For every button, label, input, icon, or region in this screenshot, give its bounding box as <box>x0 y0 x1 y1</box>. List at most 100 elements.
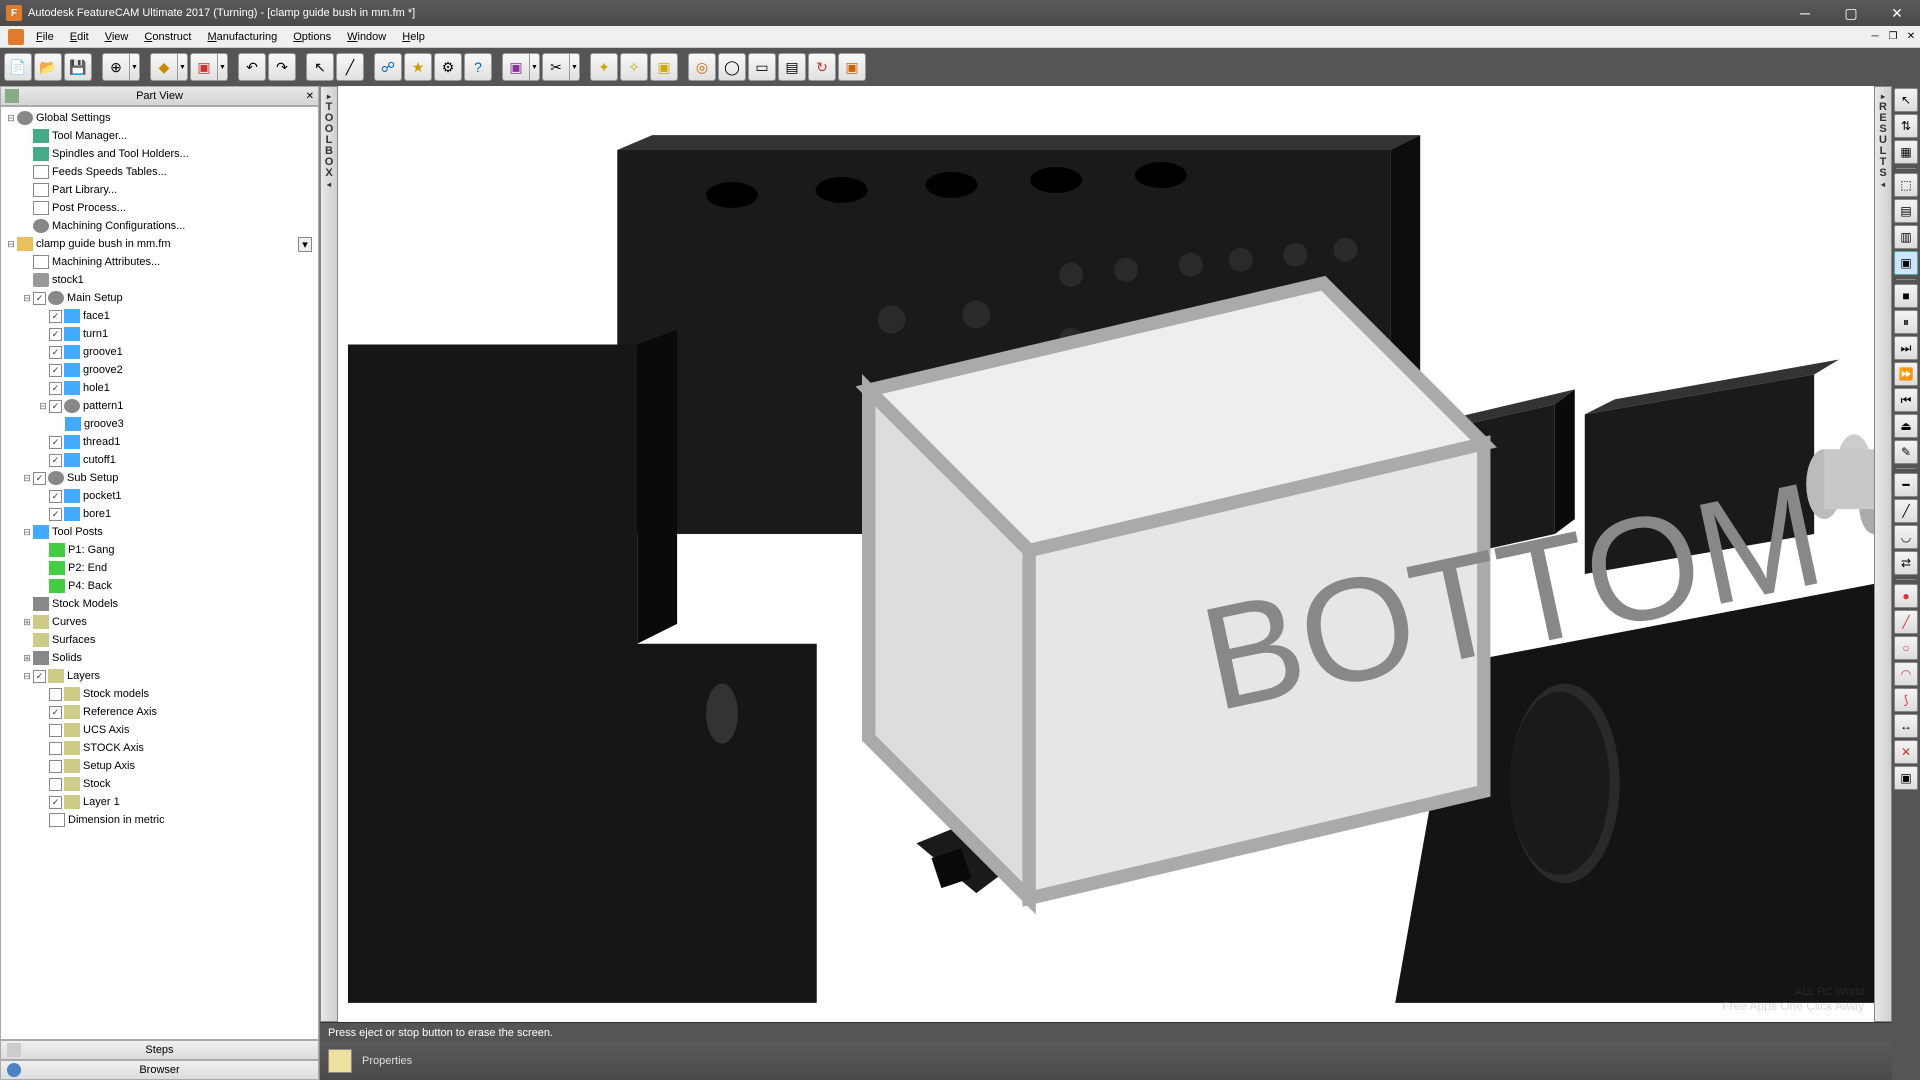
checkbox[interactable] <box>49 796 62 809</box>
toolbox-tab[interactable]: ▸TOOLBOX◂ <box>320 86 338 1022</box>
rt-rarc1[interactable]: ◠ <box>1894 662 1918 686</box>
rt-line1[interactable]: ━ <box>1894 473 1918 497</box>
tree-item[interactable]: Part Library... <box>1 181 318 199</box>
checkbox[interactable] <box>33 292 46 305</box>
spark1-button[interactable]: ✦ <box>590 53 618 81</box>
tree-item[interactable]: Tool Manager... <box>1 127 318 145</box>
tree-item[interactable]: pocket1 <box>1 487 318 505</box>
tree-item[interactable]: Post Process... <box>1 199 318 217</box>
expand-icon[interactable]: ⊟ <box>21 527 33 538</box>
rt-cubet[interactable]: ▣ <box>1894 766 1918 790</box>
open-button[interactable]: 📂 <box>34 53 62 81</box>
sheets-button[interactable]: ▤ <box>778 53 806 81</box>
expand-icon[interactable]: ⊞ <box>21 653 33 664</box>
viewcube[interactable]: BOTTOM <box>338 96 1864 1022</box>
new-button[interactable]: 📄 <box>4 53 32 81</box>
menu-file[interactable]: File <box>28 29 62 45</box>
browser-tab[interactable]: Browser <box>0 1060 319 1080</box>
checkbox[interactable] <box>49 706 62 719</box>
cube2-button[interactable]: ▣ <box>650 53 678 81</box>
checkbox[interactable] <box>49 688 62 701</box>
expand-icon[interactable]: ⊟ <box>5 113 17 124</box>
mdi-restore[interactable]: ❐ <box>1884 29 1902 45</box>
maximize-button[interactable]: ▢ <box>1828 0 1874 26</box>
rt-iso[interactable]: ⬚ <box>1894 173 1918 197</box>
rt-arc[interactable]: ◡ <box>1894 525 1918 549</box>
checkbox[interactable] <box>49 310 62 323</box>
tree-item[interactable]: Feeds Speeds Tables... <box>1 163 318 181</box>
tree-item[interactable]: Layer 1 <box>1 793 318 811</box>
tree-item[interactable]: Machining Attributes... <box>1 253 318 271</box>
expand-icon[interactable]: ⊟ <box>21 293 33 304</box>
tree-dropdown[interactable]: ▾ <box>298 237 312 252</box>
3d-viewport[interactable]: BOTTOM ALL PC WorldFree Apps One Click A… <box>338 86 1874 1022</box>
line-button[interactable]: ╱ <box>336 53 364 81</box>
tree-item[interactable]: turn1 <box>1 325 318 343</box>
cube3-button[interactable]: ▣ <box>838 53 866 81</box>
cube-dropdown[interactable]: ▼ <box>218 53 228 81</box>
mdi-minimize[interactable]: ─ <box>1866 29 1884 45</box>
tree-item[interactable]: STOCK Axis <box>1 739 318 757</box>
help-button[interactable]: ? <box>464 53 492 81</box>
checkbox[interactable] <box>49 382 62 395</box>
paint-dropdown[interactable]: ▼ <box>178 53 188 81</box>
gear-button[interactable]: ⚙ <box>434 53 462 81</box>
expand-icon[interactable]: ⊞ <box>21 617 33 628</box>
refresh-button[interactable]: ↻ <box>808 53 836 81</box>
target-button[interactable]: ◎ <box>688 53 716 81</box>
paint-button[interactable]: ◆ <box>150 53 178 81</box>
part-tree[interactable]: ⊟Global SettingsTool Manager...Spindles … <box>0 106 319 1040</box>
box-button[interactable]: ▣ <box>502 53 530 81</box>
results-tab[interactable]: ▸RESULTS◂ <box>1874 86 1892 1022</box>
rt-rline[interactable]: ╱ <box>1894 610 1918 634</box>
rt-rarc2[interactable]: ⟆ <box>1894 688 1918 712</box>
checkbox[interactable] <box>49 508 62 521</box>
checkbox[interactable] <box>49 400 62 413</box>
spark2-button[interactable]: ✧ <box>620 53 648 81</box>
tree-item[interactable]: Stock Models <box>1 595 318 613</box>
rt-ff[interactable]: ⏩ <box>1894 362 1918 386</box>
steps-tab[interactable]: Steps <box>0 1040 319 1060</box>
tree-item[interactable]: P1: Gang <box>1 541 318 559</box>
eraser-button[interactable]: ▭ <box>748 53 776 81</box>
tree-item[interactable]: Reference Axis <box>1 703 318 721</box>
rt-rx[interactable]: ✕ <box>1894 740 1918 764</box>
tree-item[interactable]: Dimension in metric <box>1 811 318 829</box>
rt-next[interactable]: ⏭ <box>1894 336 1918 360</box>
tree-item[interactable]: groove2 <box>1 361 318 379</box>
mdi-close[interactable]: ✕ <box>1902 29 1920 45</box>
cube-button[interactable]: ▣ <box>190 53 218 81</box>
tree-item[interactable]: ⊞Solids <box>1 649 318 667</box>
general-button[interactable]: ☍ <box>374 53 402 81</box>
app-menu-icon[interactable] <box>8 29 24 45</box>
tree-item[interactable]: ⊟Tool Posts <box>1 523 318 541</box>
tree-item[interactable]: cutoff1 <box>1 451 318 469</box>
cut-dropdown[interactable]: ▼ <box>570 53 580 81</box>
rt-dim[interactable]: ↔ <box>1894 714 1918 738</box>
checkbox[interactable] <box>49 364 62 377</box>
tree-item[interactable]: Stock <box>1 775 318 793</box>
checkbox[interactable] <box>49 760 62 773</box>
tree-item[interactable]: Surfaces <box>1 631 318 649</box>
wizard-button[interactable]: ★ <box>404 53 432 81</box>
tree-item[interactable]: Machining Configurations... <box>1 217 318 235</box>
checkbox[interactable] <box>49 778 62 791</box>
rt-rcircle[interactable]: ○ <box>1894 636 1918 660</box>
checkbox[interactable] <box>49 742 62 755</box>
select-button[interactable]: ↖ <box>306 53 334 81</box>
expand-icon[interactable]: ⊟ <box>21 473 33 484</box>
tree-item[interactable]: P4: Back <box>1 577 318 595</box>
checkbox[interactable] <box>33 472 46 485</box>
tree-item[interactable]: Spindles and Tool Holders... <box>1 145 318 163</box>
rt-grid[interactable]: ▦ <box>1894 140 1918 164</box>
expand-icon[interactable]: ⊟ <box>21 671 33 682</box>
checkbox[interactable] <box>49 328 62 341</box>
redo-button[interactable]: ↷ <box>268 53 296 81</box>
checkbox[interactable] <box>49 724 62 737</box>
tree-item[interactable]: groove1 <box>1 343 318 361</box>
tree-item[interactable]: ⊟Global Settings <box>1 109 318 127</box>
menu-options[interactable]: Options <box>285 29 339 45</box>
rt-cursor[interactable]: ↖ <box>1894 88 1918 112</box>
rt-end[interactable]: ⏮ <box>1894 388 1918 412</box>
rt-shade2[interactable]: ▥ <box>1894 225 1918 249</box>
